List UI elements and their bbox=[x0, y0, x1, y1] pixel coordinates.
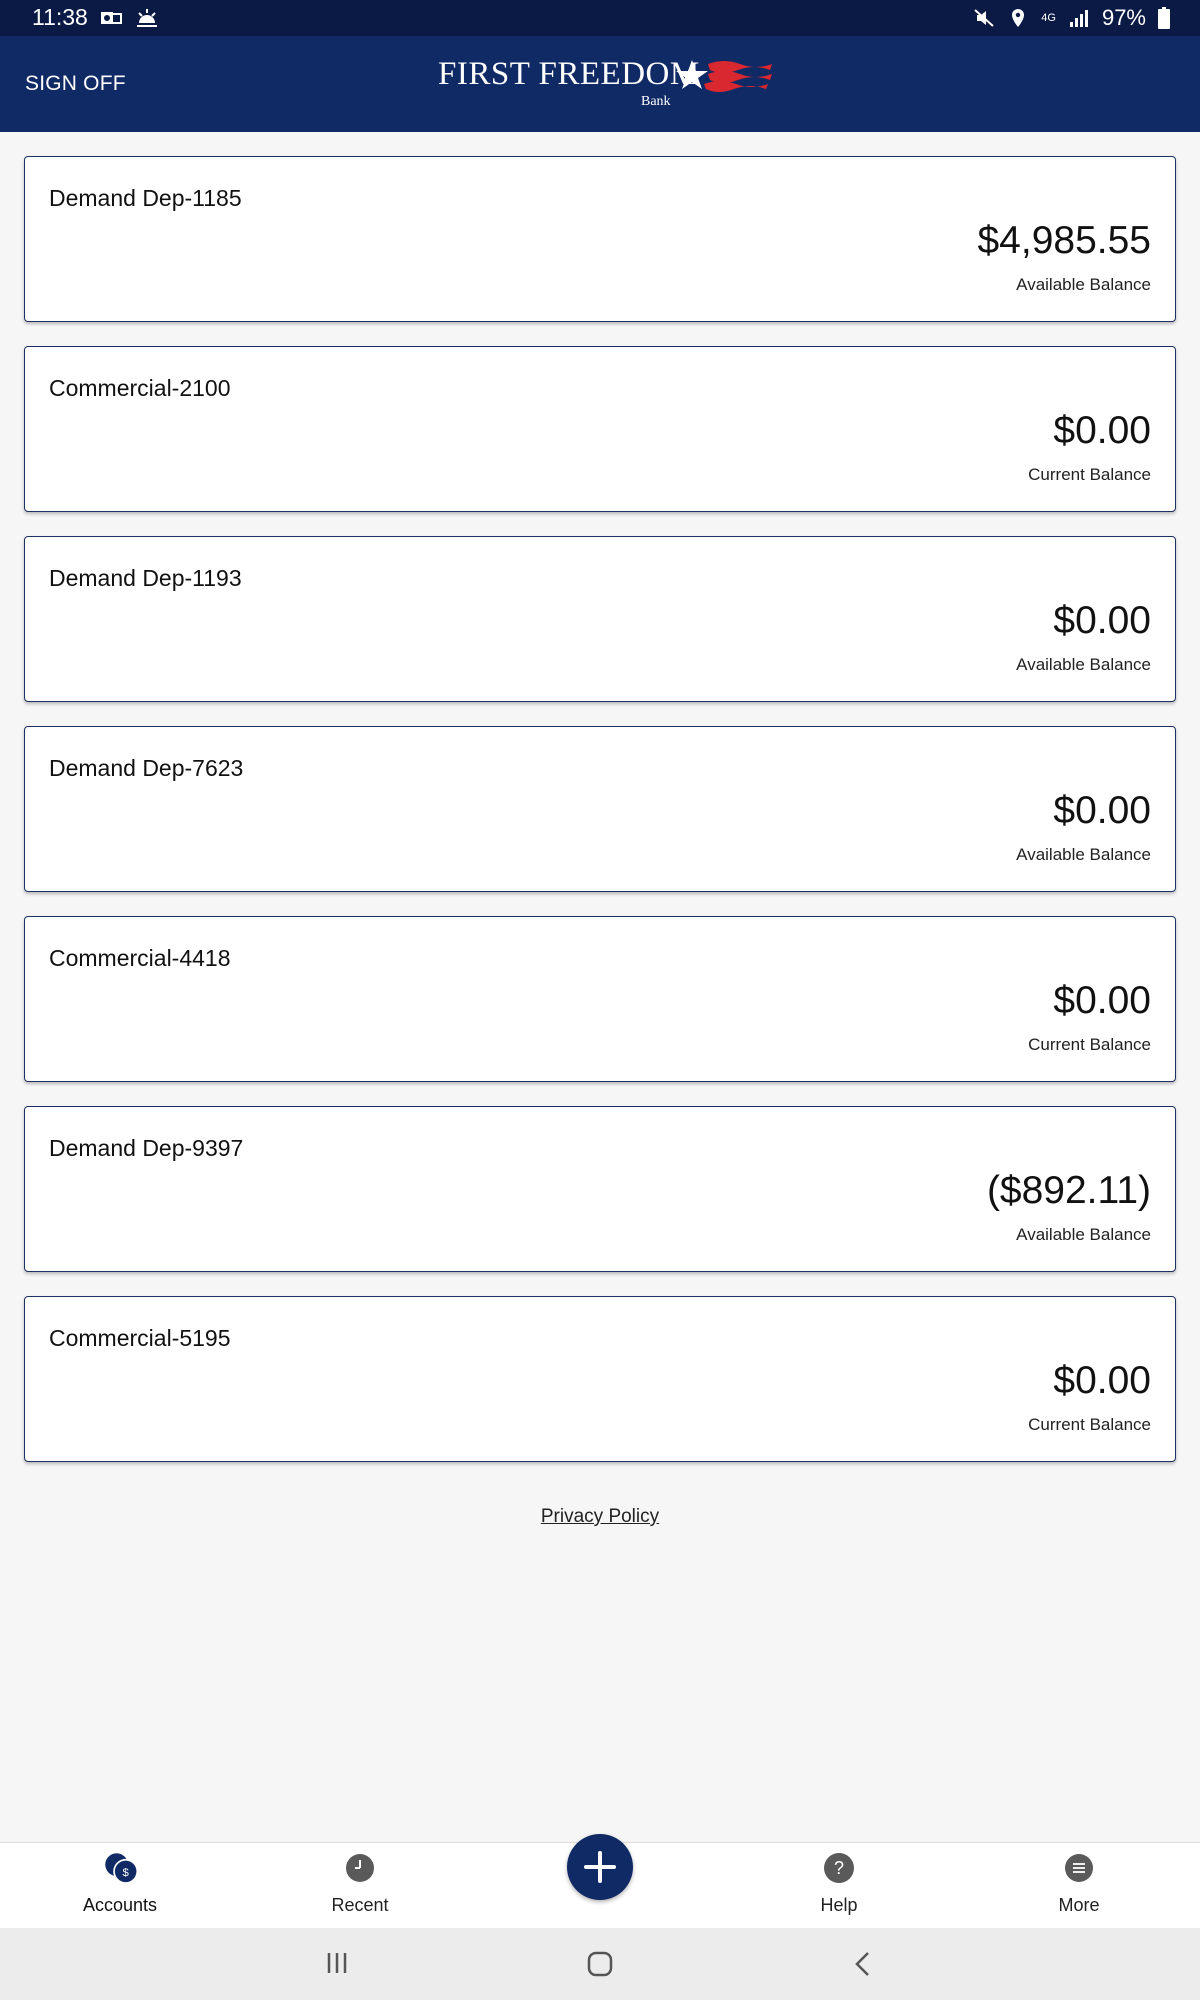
plus-icon bbox=[584, 1851, 616, 1883]
nav-more[interactable]: More bbox=[999, 1843, 1159, 1929]
account-card[interactable]: Commercial-2100 $0.00 Current Balance bbox=[24, 346, 1176, 512]
nav-accounts[interactable]: $ Accounts bbox=[40, 1843, 200, 1929]
nav-recent[interactable]: Recent bbox=[280, 1843, 440, 1929]
account-card[interactable]: Commercial-4418 $0.00 Current Balance bbox=[24, 916, 1176, 1082]
account-card[interactable]: Demand Dep-9397 ($892.11) Available Bala… bbox=[24, 1106, 1176, 1272]
status-time: 11:38 bbox=[32, 4, 88, 30]
account-balance: $0.00 bbox=[1053, 409, 1151, 452]
mute-icon bbox=[974, 9, 994, 27]
privacy-policy-link[interactable]: Privacy Policy bbox=[541, 1506, 659, 1527]
home-icon[interactable] bbox=[586, 1950, 614, 1978]
account-name: Demand Dep-7623 bbox=[49, 755, 244, 781]
logo-text: FIRST FREEDOM bbox=[438, 56, 700, 92]
account-name: Commercial-5195 bbox=[49, 1325, 231, 1351]
location-icon bbox=[1012, 9, 1025, 27]
back-icon[interactable] bbox=[852, 1950, 874, 1978]
battery-icon bbox=[1158, 7, 1170, 29]
logo-subtext: Bank bbox=[641, 94, 671, 109]
account-card[interactable]: Demand Dep-1185 $4,985.55 Available Bala… bbox=[24, 156, 1176, 322]
balance-type-label: Available Balance bbox=[1016, 845, 1151, 864]
balance-type-label: Current Balance bbox=[1028, 1415, 1151, 1434]
balance-type-label: Available Balance bbox=[1016, 655, 1151, 674]
account-name: Demand Dep-9397 bbox=[49, 1135, 244, 1161]
balance-type-label: Current Balance bbox=[1028, 465, 1151, 484]
sign-off-button[interactable]: SIGN OFF bbox=[25, 72, 126, 96]
add-action-button[interactable] bbox=[567, 1834, 633, 1900]
system-nav-bar bbox=[0, 1928, 1200, 2000]
balance-type-label: Available Balance bbox=[1016, 1225, 1151, 1244]
account-balance: $0.00 bbox=[1053, 1359, 1151, 1402]
account-balance: ($892.11) bbox=[986, 1169, 1151, 1212]
account-balance: $0.00 bbox=[1053, 599, 1151, 642]
account-card[interactable]: Commercial-5195 $0.00 Current Balance bbox=[24, 1296, 1176, 1462]
account-balance: $0.00 bbox=[1053, 789, 1151, 832]
app-header: SIGN OFF FIRST FREEDOM Bank bbox=[0, 36, 1200, 132]
nav-help[interactable]: ? Help bbox=[759, 1843, 919, 1929]
weather-icon bbox=[137, 9, 157, 27]
account-card[interactable]: Demand Dep-7623 $0.00 Available Balance bbox=[24, 726, 1176, 892]
account-name: Demand Dep-1185 bbox=[49, 185, 242, 211]
signal-icon bbox=[1069, 10, 1088, 27]
recent-apps-icon[interactable] bbox=[324, 1950, 350, 1976]
battery-percent: 97% bbox=[1101, 5, 1146, 30]
account-name: Demand Dep-1193 bbox=[49, 565, 242, 591]
status-bar: 11:38 4G 97% bbox=[0, 0, 1200, 36]
nav-more-label: More bbox=[1058, 1895, 1100, 1915]
clock-icon bbox=[346, 1854, 374, 1882]
nav-recent-label: Recent bbox=[331, 1895, 389, 1915]
help-icon: ? bbox=[824, 1853, 854, 1883]
privacy-footer: Privacy Policy bbox=[0, 1506, 1200, 1528]
network-type: 4G bbox=[1041, 12, 1056, 24]
account-name: Commercial-4418 bbox=[49, 945, 231, 971]
outlook-icon bbox=[101, 12, 122, 24]
nav-help-label: Help bbox=[820, 1895, 858, 1915]
svg-text:$: $ bbox=[123, 1867, 130, 1879]
account-name: Commercial-2100 bbox=[49, 375, 231, 401]
balance-type-label: Available Balance bbox=[1016, 275, 1151, 294]
menu-icon bbox=[1065, 1854, 1093, 1882]
accounts-icon: $ bbox=[105, 1853, 137, 1884]
star-flag-icon bbox=[676, 60, 772, 92]
account-balance: $4,985.55 bbox=[977, 219, 1151, 262]
account-balance: $0.00 bbox=[1053, 979, 1151, 1022]
account-card[interactable]: Demand Dep-1193 $0.00 Available Balance bbox=[24, 536, 1176, 702]
bank-logo: FIRST FREEDOM Bank bbox=[438, 56, 772, 126]
accounts-list: Demand Dep-1185 $4,985.55 Available Bala… bbox=[24, 156, 1176, 1486]
nav-accounts-label: Accounts bbox=[82, 1895, 158, 1915]
balance-type-label: Current Balance bbox=[1028, 1035, 1151, 1054]
